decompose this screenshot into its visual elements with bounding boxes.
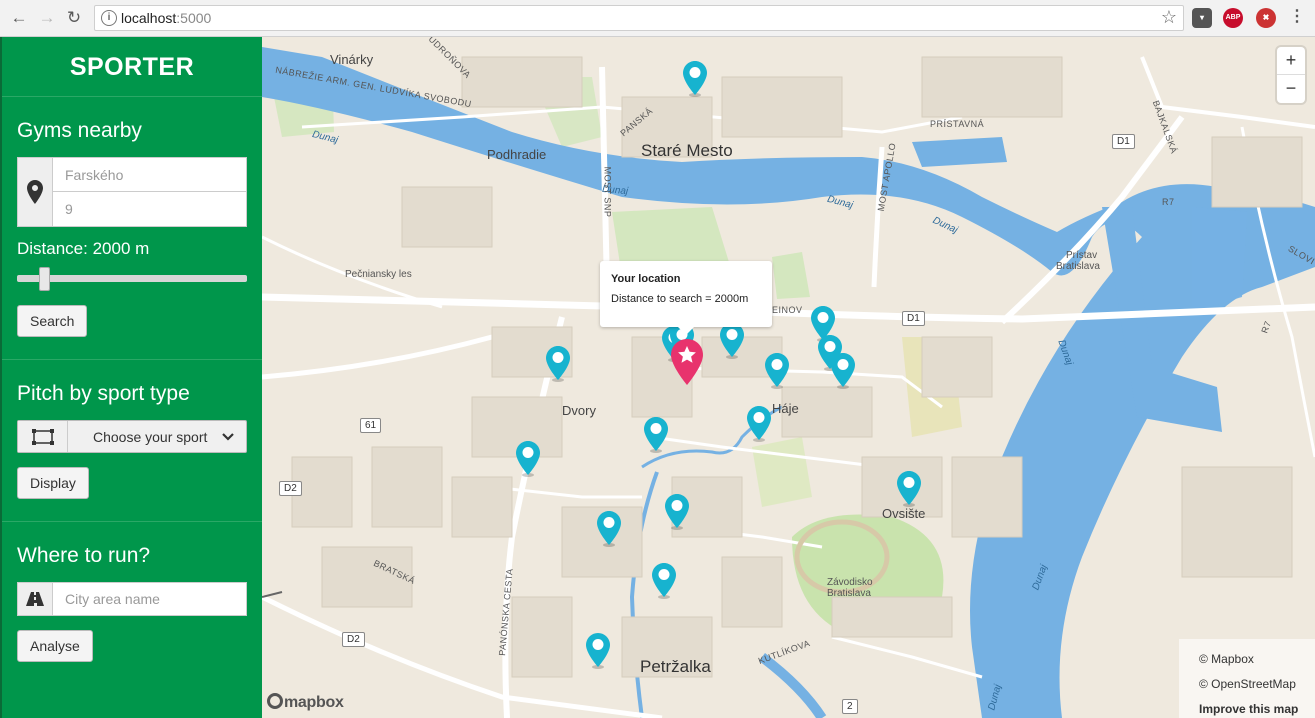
map-label-pristav: Prístav — [1066, 250, 1098, 261]
display-button[interactable]: Display — [17, 467, 89, 499]
road-icon — [18, 583, 53, 615]
privacy-extension-icon[interactable]: ✖ — [1256, 8, 1276, 28]
street-pristavna: PRÍSTAVNÁ — [930, 119, 985, 129]
brand-title: SPORTER — [2, 37, 262, 97]
url-text[interactable]: localhost:5000 — [121, 10, 211, 26]
road-shield-d2-a: D2 — [279, 481, 302, 496]
map-label-zavodisko: Závodisko — [827, 577, 873, 588]
address-input-group — [17, 157, 247, 227]
reload-icon[interactable]: ↻ — [63, 7, 85, 29]
analyse-button[interactable]: Analyse — [17, 630, 93, 662]
road-shield-d1-a: D1 — [1112, 134, 1135, 149]
sport-select[interactable]: Choose your sport — [17, 420, 247, 453]
sidebar: SPORTER Gyms nearby Distance: 2000 m Sea… — [0, 37, 262, 718]
browser-menu-icon[interactable]: ⋮ — [1287, 8, 1307, 28]
road-shield-61: 61 — [360, 418, 382, 433]
back-icon[interactable]: ← — [8, 7, 30, 29]
attribution-osm-link[interactable]: © OpenStreetMap — [1199, 672, 1315, 697]
improve-map-link[interactable]: Improve this map — [1199, 697, 1315, 718]
map-label-stare-mesto: Staré Mesto — [641, 141, 733, 160]
pitch-title: Pitch by sport type — [17, 382, 190, 405]
road-shield-d1-b: D1 — [902, 311, 925, 326]
map-label-podhradie: Podhradie — [487, 147, 547, 162]
road-shield-d2-b: D2 — [342, 632, 365, 647]
house-number-input[interactable] — [53, 192, 246, 226]
street-einov: EINOV — [772, 305, 803, 315]
map-pin-icon — [18, 158, 53, 226]
city-area-input[interactable] — [53, 583, 246, 615]
attribution-mapbox-link[interactable]: © Mapbox — [1199, 647, 1315, 672]
map-label-bratislava: Bratislava — [827, 588, 871, 599]
map-attribution: © Mapbox © OpenStreetMap Improve this ma… — [1179, 639, 1315, 718]
map-canvas[interactable]: Staré Mesto Petržalka Dvory Háje Ovsište… — [262, 37, 1315, 718]
map-label-petrzalka: Petržalka — [640, 657, 711, 676]
browser-toolbar: ← → ↻ i localhost:5000 ☆ ▾ ABP ✖ ⋮ — [0, 0, 1315, 37]
adblock-extension-icon[interactable]: ABP — [1223, 8, 1243, 28]
location-popup: Your location Distance to search = 2000m — [600, 261, 772, 335]
mapbox-logo[interactable]: mapbox — [267, 693, 344, 712]
zoom-in-button[interactable]: + — [1277, 47, 1305, 75]
map-label-vinarky: Vinárky — [330, 52, 374, 67]
run-title: Where to run? — [17, 544, 151, 567]
chevron-down-icon[interactable] — [222, 432, 234, 441]
pitch-section: Pitch by sport type Choose your sport Di… — [2, 360, 262, 522]
search-button[interactable]: Search — [17, 305, 88, 337]
zoom-control: + − — [1277, 47, 1305, 103]
map-label-haje: Háje — [772, 401, 799, 416]
street-input[interactable] — [53, 158, 246, 192]
slider-thumb[interactable] — [39, 267, 50, 291]
bookmark-star-icon[interactable]: ☆ — [1161, 7, 1177, 28]
popup-text: Distance to search = 2000m — [611, 293, 749, 305]
forward-icon[interactable]: → — [36, 7, 58, 29]
street-most-snp: MOST SNP — [602, 166, 613, 218]
pitch-field-icon — [18, 421, 68, 452]
zoom-out-button[interactable]: − — [1277, 75, 1305, 103]
info-icon[interactable]: i — [101, 10, 117, 26]
gyms-section: Gyms nearby Distance: 2000 m Search — [2, 97, 262, 360]
address-bar[interactable]: i localhost:5000 ☆ — [94, 5, 1184, 31]
sport-select-value[interactable]: Choose your sport — [93, 429, 207, 445]
map-label-pecniansky-les: Pečniansky les — [345, 269, 412, 280]
distance-label: Distance: 2000 m — [17, 239, 150, 258]
mapbox-ring-icon — [267, 693, 283, 709]
road-shield-2: 2 — [842, 699, 858, 714]
road-r7-a: R7 — [1162, 197, 1175, 207]
city-area-input-group — [17, 582, 247, 616]
run-section: Where to run? Analyse — [2, 522, 262, 684]
map-label-ovsiste: Ovsište — [882, 506, 926, 521]
map-label-pristav-bratislava: Bratislava — [1056, 261, 1100, 272]
gyms-title: Gyms nearby — [17, 119, 142, 142]
slider-track[interactable] — [17, 275, 247, 282]
popup-title: Your location — [611, 273, 681, 285]
pocket-extension-icon[interactable]: ▾ — [1192, 8, 1212, 28]
map-label-dvory: Dvory — [562, 403, 596, 418]
distance-slider[interactable] — [17, 267, 247, 291]
